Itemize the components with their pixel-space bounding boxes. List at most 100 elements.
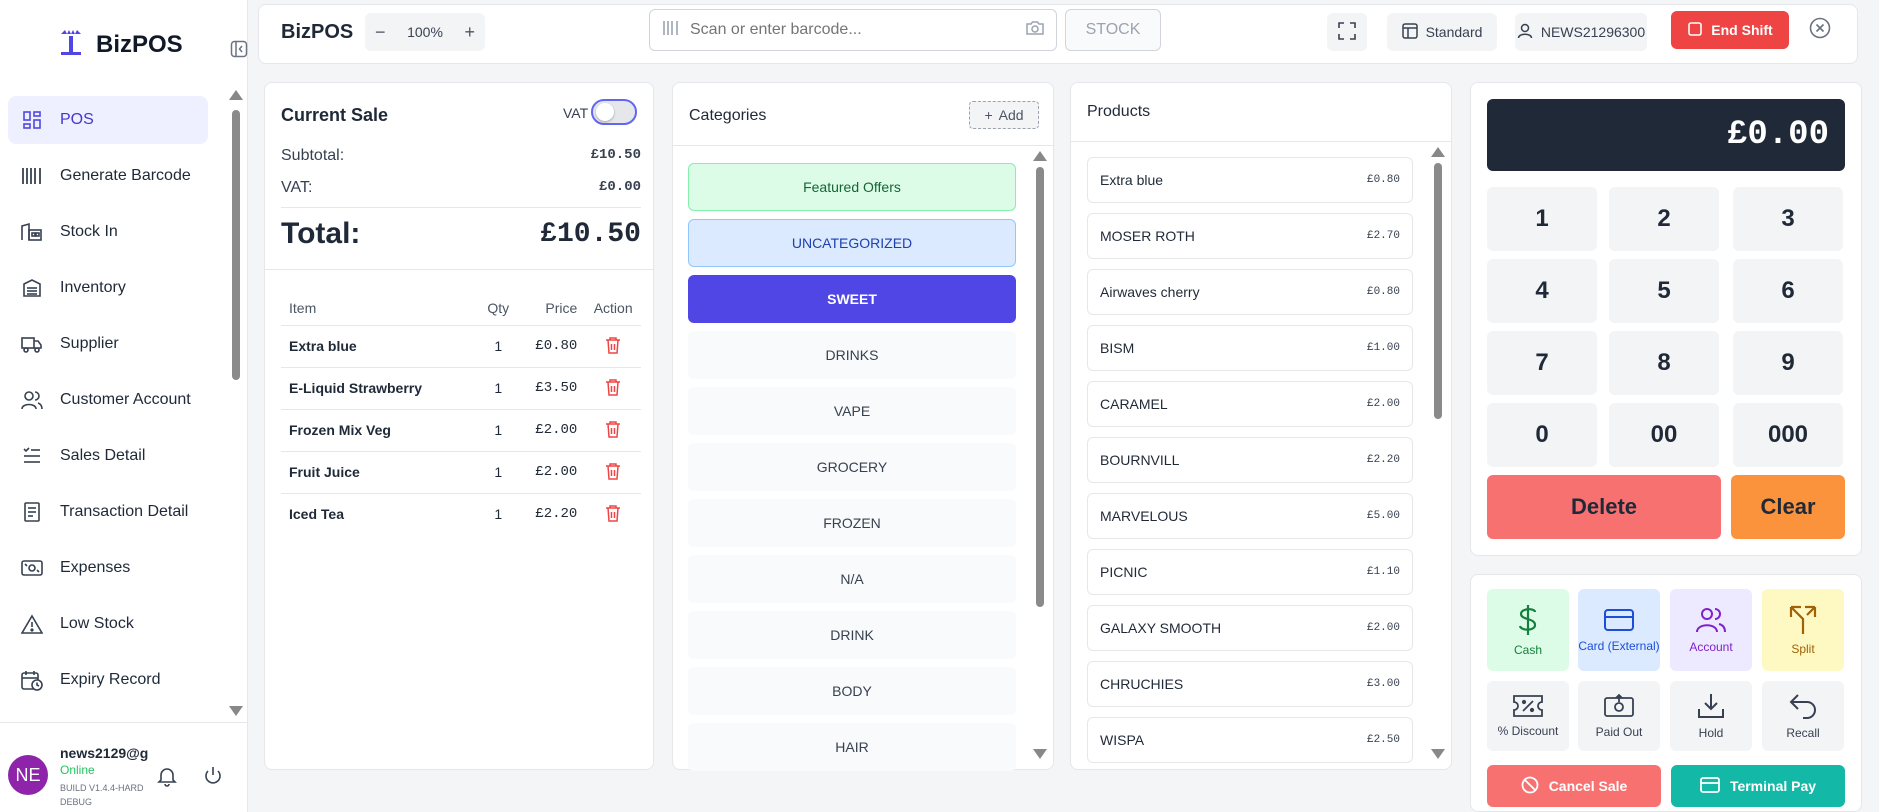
paid-out-button[interactable]: Paid Out (1578, 681, 1660, 751)
clear-button[interactable]: Clear (1731, 475, 1845, 539)
scroll-up-arrow-icon[interactable] (229, 90, 243, 100)
split-button[interactable]: Split (1762, 589, 1844, 671)
categories-scrollbar[interactable] (1033, 151, 1047, 761)
scrollbar-thumb[interactable] (232, 110, 240, 380)
key-000[interactable]: 000 (1733, 403, 1843, 467)
scroll-down-arrow-icon[interactable] (229, 706, 243, 716)
key-0[interactable]: 0 (1487, 403, 1597, 467)
users-icon (20, 388, 44, 412)
product-item[interactable]: WISPA £2.50 (1087, 717, 1413, 763)
zoom-out-button[interactable]: − (375, 22, 386, 43)
trash-icon[interactable] (605, 378, 621, 396)
vat-toggle[interactable] (591, 99, 637, 125)
category-sweet[interactable]: SWEET (688, 275, 1016, 323)
hold-button[interactable]: Hold (1670, 681, 1752, 751)
category-frozen[interactable]: FROZEN (688, 499, 1016, 547)
end-shift-label: End Shift (1711, 22, 1773, 38)
power-icon[interactable] (202, 765, 224, 790)
category-grocery[interactable]: GROCERY (688, 443, 1016, 491)
layout-standard-button[interactable]: Standard (1387, 13, 1497, 51)
product-item[interactable]: CARAMEL £2.00 (1087, 381, 1413, 427)
category-vape[interactable]: VAPE (688, 387, 1016, 435)
camera-icon[interactable] (1026, 20, 1044, 41)
list-icon (20, 444, 44, 468)
key-6[interactable]: 6 (1733, 259, 1843, 323)
cancel-sale-label: Cancel Sale (1548, 778, 1628, 794)
product-item[interactable]: GALAXY SMOOTH £2.00 (1087, 605, 1413, 651)
product-item[interactable]: CHRUCHIES £3.00 (1087, 661, 1413, 707)
card-external-button[interactable]: Card (External) (1578, 589, 1660, 671)
key-3[interactable]: 3 (1733, 187, 1843, 251)
account-button[interactable]: Account (1670, 589, 1752, 671)
sidebar-item-expiry-record[interactable]: Expiry Record (8, 656, 208, 704)
grid-icon (20, 108, 44, 132)
delete-button[interactable]: Delete (1487, 475, 1721, 539)
product-item[interactable]: Extra blue £0.80 (1087, 157, 1413, 203)
sidebar-item-expenses[interactable]: Expenses (8, 544, 208, 592)
sidebar-item-sales-detail[interactable]: Sales Detail (8, 432, 208, 480)
item-name: Extra blue (281, 324, 483, 367)
sidebar-item-generate-barcode[interactable]: Generate Barcode (8, 152, 208, 200)
category-hair[interactable]: HAIR (688, 723, 1016, 771)
scroll-down-arrow-icon[interactable] (1431, 749, 1445, 759)
product-item[interactable]: MOSER ROTH £2.70 (1087, 213, 1413, 259)
category-body[interactable]: BODY (688, 667, 1016, 715)
key-5[interactable]: 5 (1609, 259, 1719, 323)
trash-icon[interactable] (605, 462, 621, 480)
sidebar-item-inventory[interactable]: Inventory (8, 264, 208, 312)
item-price: £2.00 (513, 450, 586, 493)
product-item[interactable]: Airwaves cherry £0.80 (1087, 269, 1413, 315)
products-scrollbar[interactable] (1431, 147, 1445, 761)
add-category-button[interactable]: + Add (969, 101, 1039, 129)
discount-label: % Discount (1497, 723, 1559, 738)
user-button[interactable]: NEWS21296300 (1515, 13, 1647, 51)
bell-icon[interactable] (156, 765, 178, 790)
sidebar-item-customer-account[interactable]: Customer Account (8, 376, 208, 424)
trash-icon[interactable] (605, 504, 621, 522)
trash-icon[interactable] (605, 336, 621, 354)
fullscreen-button[interactable] (1327, 13, 1367, 51)
scroll-up-arrow-icon[interactable] (1431, 147, 1445, 157)
zoom-in-button[interactable]: + (464, 22, 475, 43)
sidebar-scrollbar[interactable] (229, 90, 243, 720)
sidebar-item-supplier[interactable]: Supplier (8, 320, 208, 368)
category-featured-offers[interactable]: Featured Offers (688, 163, 1016, 211)
sidebar-item-pos[interactable]: POS (8, 96, 208, 144)
brand[interactable]: BizPOS (56, 28, 183, 61)
key-2[interactable]: 2 (1609, 187, 1719, 251)
end-shift-button[interactable]: End Shift (1671, 11, 1789, 49)
sidebar-item-stock-in[interactable]: Stock In (8, 208, 208, 256)
category-drinks[interactable]: DRINKS (688, 331, 1016, 379)
key-7[interactable]: 7 (1487, 331, 1597, 395)
collapse-sidebar-icon[interactable] (230, 40, 250, 60)
product-item[interactable]: BISM £1.00 (1087, 325, 1413, 371)
discount-button[interactable]: % Discount (1487, 681, 1569, 751)
key-9[interactable]: 9 (1733, 331, 1843, 395)
terminal-pay-button[interactable]: Terminal Pay (1671, 765, 1845, 807)
cash-button[interactable]: Cash (1487, 589, 1569, 671)
key-4[interactable]: 4 (1487, 259, 1597, 323)
category-drink[interactable]: DRINK (688, 611, 1016, 659)
sidebar-item-transaction-detail[interactable]: Transaction Detail (8, 488, 208, 536)
zoom-level: 100% (407, 24, 443, 40)
category-na[interactable]: N/A (688, 555, 1016, 603)
barcode-input[interactable] (690, 21, 1026, 39)
scroll-down-arrow-icon[interactable] (1033, 749, 1047, 759)
stock-button[interactable]: STOCK (1065, 9, 1161, 51)
category-uncategorized[interactable]: UNCATEGORIZED (688, 219, 1016, 267)
recall-button[interactable]: Recall (1762, 681, 1844, 751)
close-icon[interactable] (1809, 17, 1831, 42)
product-item[interactable]: BOURNVILL £2.20 (1087, 437, 1413, 483)
key-00[interactable]: 00 (1609, 403, 1719, 467)
scrollbar-thumb[interactable] (1036, 167, 1044, 607)
key-1[interactable]: 1 (1487, 187, 1597, 251)
product-item[interactable]: MARVELOUS £5.00 (1087, 493, 1413, 539)
trash-icon[interactable] (605, 420, 621, 438)
cancel-sale-button[interactable]: Cancel Sale (1487, 765, 1661, 807)
scrollbar-thumb[interactable] (1434, 163, 1442, 419)
product-item[interactable]: PICNIC £1.10 (1087, 549, 1413, 595)
scroll-up-arrow-icon[interactable] (1033, 151, 1047, 161)
avatar[interactable]: NE (8, 755, 48, 795)
sidebar-item-low-stock[interactable]: Low Stock (8, 600, 208, 648)
key-8[interactable]: 8 (1609, 331, 1719, 395)
